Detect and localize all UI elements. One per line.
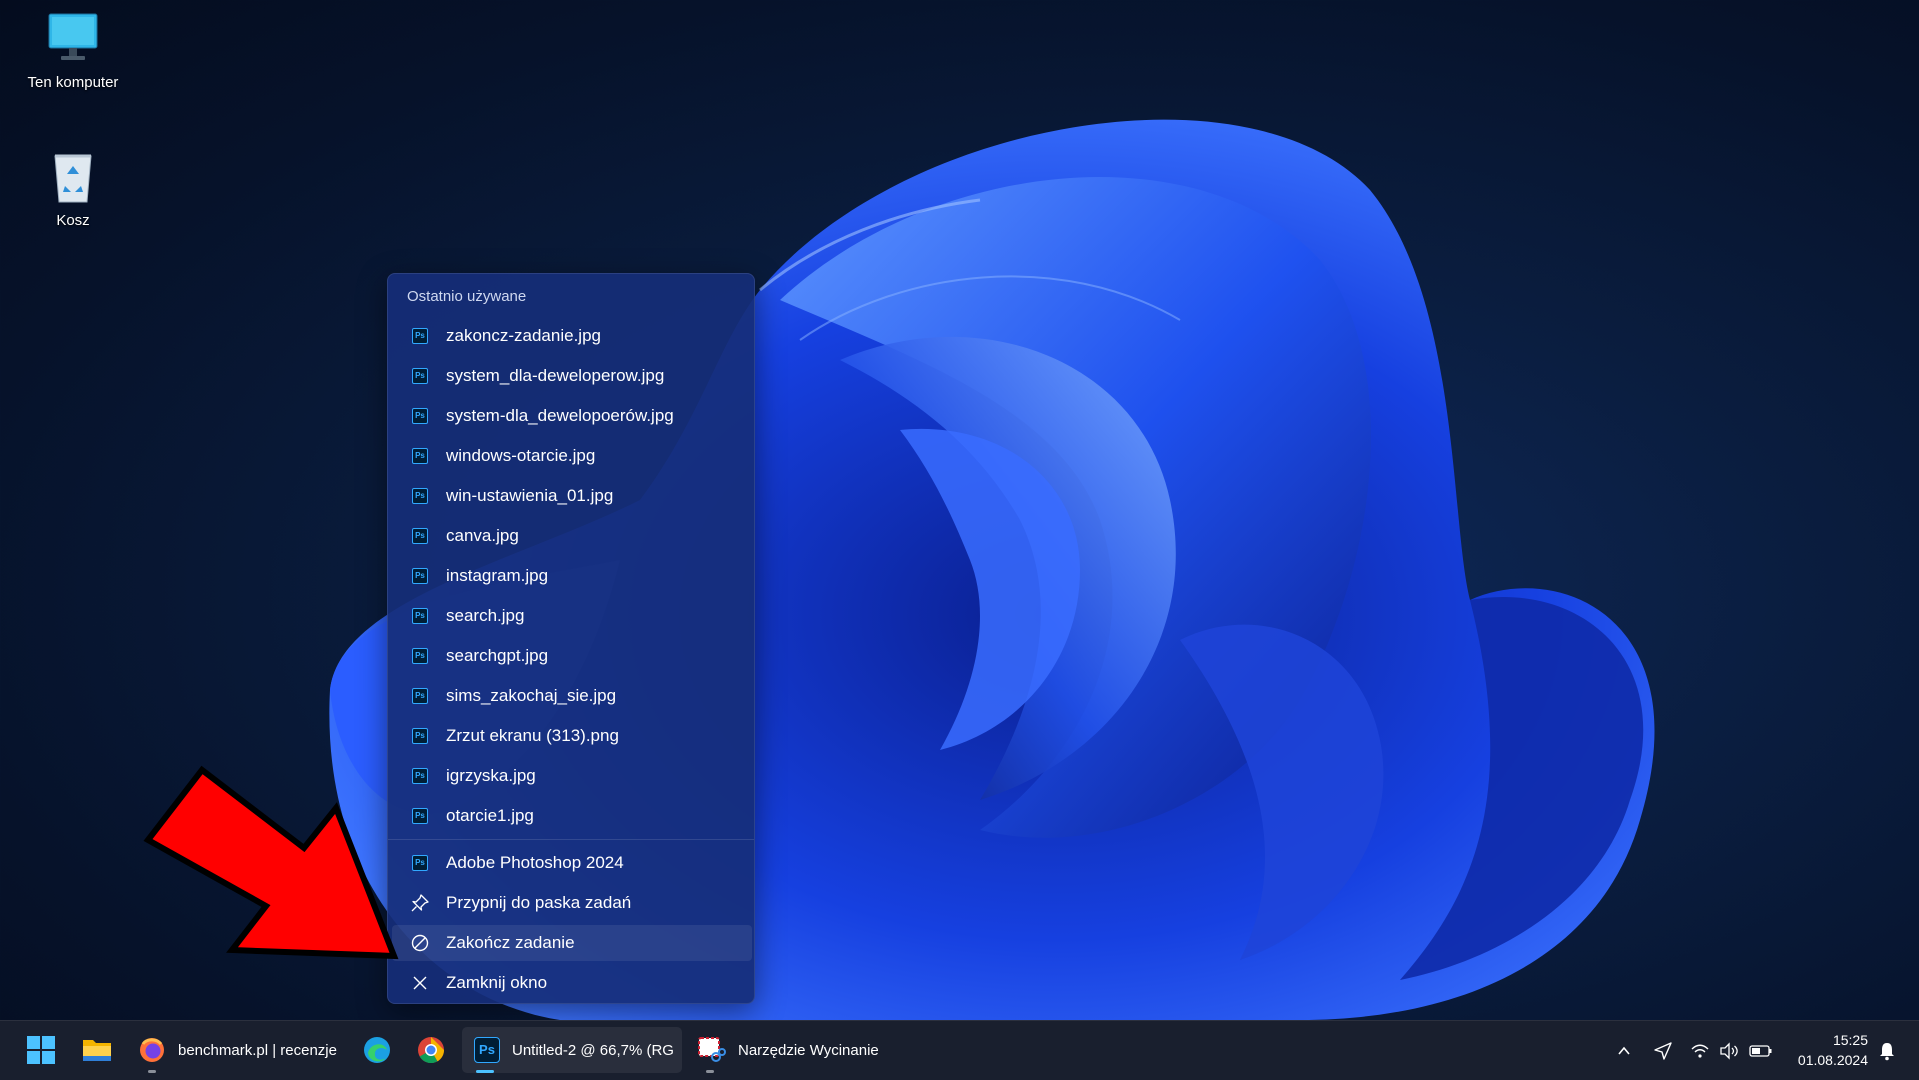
battery-button[interactable] [1746, 1021, 1776, 1080]
snipping-tool-window-title: Narzędzie Wycinanie [738, 1041, 879, 1059]
volume-button[interactable] [1716, 1021, 1742, 1080]
recent-file-name: system-dla_dewelopoerów.jpg [446, 406, 674, 425]
recycle-bin-icon [43, 146, 103, 206]
photoshop-file-icon: Ps [410, 606, 430, 626]
running-indicator [148, 1070, 156, 1073]
active-indicator [476, 1070, 494, 1073]
firefox-taskbar-button[interactable]: benchmark.pl | recenzje [128, 1027, 344, 1073]
chrome-icon [418, 1037, 445, 1064]
file-explorer-button[interactable] [74, 1027, 120, 1073]
start-button[interactable] [18, 1027, 64, 1073]
edge-icon [364, 1037, 390, 1063]
photoshop-file-icon: Ps [410, 366, 430, 386]
end-task-icon [410, 933, 430, 953]
photoshop-file-icon: Ps [410, 446, 430, 466]
recent-file-name: sims_zakochaj_sie.jpg [446, 686, 617, 705]
jump-list-header: Ostatnio używane [407, 288, 527, 305]
recent-file-item[interactable]: Ps win-ustawienia_01.jpg [392, 478, 752, 514]
monitor-icon [43, 8, 103, 68]
location-indicator[interactable] [1648, 1021, 1678, 1080]
location-arrow-icon [1654, 1041, 1672, 1060]
recent-file-name: Zrzut ekranu (313).png [446, 726, 619, 745]
photoshop-icon: Ps [474, 1037, 500, 1063]
notification-button[interactable] [1872, 1021, 1902, 1080]
recent-file-item[interactable]: Ps system_dla-deweloperow.jpg [392, 358, 752, 394]
clock-date: 01.08.2024 [1797, 1052, 1868, 1068]
photoshop-file-icon: Ps [410, 726, 430, 746]
pin-icon [410, 893, 430, 913]
photoshop-file-icon: Ps [410, 646, 430, 666]
open-photoshop-item[interactable]: Ps Adobe Photoshop 2024 [392, 845, 752, 881]
red-annotation-arrow [143, 765, 399, 960]
recent-file-item[interactable]: Ps system-dla_dewelopoerów.jpg [392, 398, 752, 434]
windows-logo-icon [27, 1036, 55, 1064]
running-indicator [706, 1070, 714, 1073]
recent-file-name: otarcie1.jpg [446, 806, 534, 825]
recent-file-name: igrzyska.jpg [446, 766, 536, 785]
recent-file-name: instagram.jpg [446, 566, 549, 585]
recent-file-name: search.jpg [446, 606, 525, 625]
recent-file-item[interactable]: Ps sims_zakochaj_sie.jpg [392, 678, 752, 714]
jump-list-separator [388, 839, 754, 840]
snipping-tool-icon [698, 1037, 726, 1062]
pin-to-taskbar-item[interactable]: Przypnij do paska zadań [392, 885, 752, 921]
app-name-label: Adobe Photoshop 2024 [446, 853, 624, 872]
photoshop-file-icon: Ps [410, 686, 430, 706]
speaker-icon [1720, 1041, 1738, 1060]
recent-file-item[interactable]: Ps search.jpg [392, 598, 752, 634]
photoshop-file-icon: Ps [410, 766, 430, 786]
recent-file-item[interactable]: Ps canva.jpg [392, 518, 752, 554]
recent-file-item[interactable]: Ps zakoncz-zadanie.jpg [392, 318, 752, 354]
recent-file-name: zakoncz-zadanie.jpg [446, 326, 601, 345]
recent-file-name: win-ustawienia_01.jpg [446, 486, 614, 505]
pin-label: Przypnij do paska zadań [446, 893, 632, 912]
photoshop-taskbar-button[interactable]: Ps Untitled-2 @ 66,7% (RG [462, 1027, 682, 1073]
network-button[interactable] [1688, 1021, 1712, 1080]
show-hidden-icons-button[interactable] [1610, 1021, 1638, 1080]
taskbar: benchmark.pl | recenzje Ps Untitled-2 @ … [0, 1020, 1919, 1080]
recent-file-item[interactable]: Ps searchgpt.jpg [392, 638, 752, 674]
edge-button[interactable] [354, 1027, 400, 1073]
end-task-label: Zakończ zadanie [446, 933, 575, 952]
chevron-up-icon [1618, 1046, 1630, 1055]
snipping-tool-button[interactable]: Narzędzie Wycinanie [692, 1027, 892, 1073]
recent-file-item[interactable]: Ps instagram.jpg [392, 558, 752, 594]
close-window-item[interactable]: Zamknij okno [392, 965, 752, 1001]
close-window-label: Zamknij okno [446, 973, 548, 992]
recent-file-name: windows-otarcie.jpg [446, 446, 596, 465]
photoshop-jump-list: Ostatnio używane Ps zakoncz-zadanie.jpg … [387, 273, 755, 1004]
clock-time: 15:25 [1832, 1032, 1868, 1048]
recent-file-item[interactable]: Ps windows-otarcie.jpg [392, 438, 752, 474]
photoshop-file-icon: Ps [410, 526, 430, 546]
photoshop-window-title: Untitled-2 @ 66,7% (RG [512, 1041, 674, 1059]
photoshop-file-icon: Ps [410, 486, 430, 506]
desktop-icon-label: Ten komputer [27, 74, 119, 91]
recent-file-name: canva.jpg [446, 526, 519, 545]
photoshop-file-icon: Ps [410, 406, 430, 426]
recent-file-item[interactable]: Ps otarcie1.jpg [392, 798, 752, 834]
end-task-item[interactable]: Zakończ zadanie [392, 925, 752, 961]
firefox-icon [140, 1038, 164, 1062]
desktop-icon-label: Kosz [56, 212, 90, 229]
photoshop-file-icon: Ps [410, 806, 430, 826]
bell-icon [1880, 1042, 1894, 1060]
wifi-icon [1691, 1044, 1709, 1058]
recent-file-name: searchgpt.jpg [446, 646, 549, 665]
recent-file-item[interactable]: Ps igrzyska.jpg [392, 758, 752, 794]
close-icon [410, 973, 430, 993]
clock[interactable]: 15:25 01.08.2024 [1788, 1030, 1868, 1070]
recent-file-item[interactable]: Ps Zrzut ekranu (313).png [392, 718, 752, 754]
photoshop-app-icon: Ps [410, 853, 430, 873]
desktop-icon-recycle-bin[interactable]: Kosz [18, 146, 128, 229]
firefox-window-title: benchmark.pl | recenzje [178, 1041, 337, 1059]
battery-icon [1749, 1044, 1772, 1057]
chrome-button[interactable] [408, 1027, 454, 1073]
folder-icon [83, 1040, 111, 1061]
photoshop-file-icon: Ps [410, 326, 430, 346]
desktop-icon-this-pc[interactable]: Ten komputer [18, 8, 128, 91]
photoshop-file-icon: Ps [410, 566, 430, 586]
recent-file-name: system_dla-deweloperow.jpg [446, 366, 665, 385]
